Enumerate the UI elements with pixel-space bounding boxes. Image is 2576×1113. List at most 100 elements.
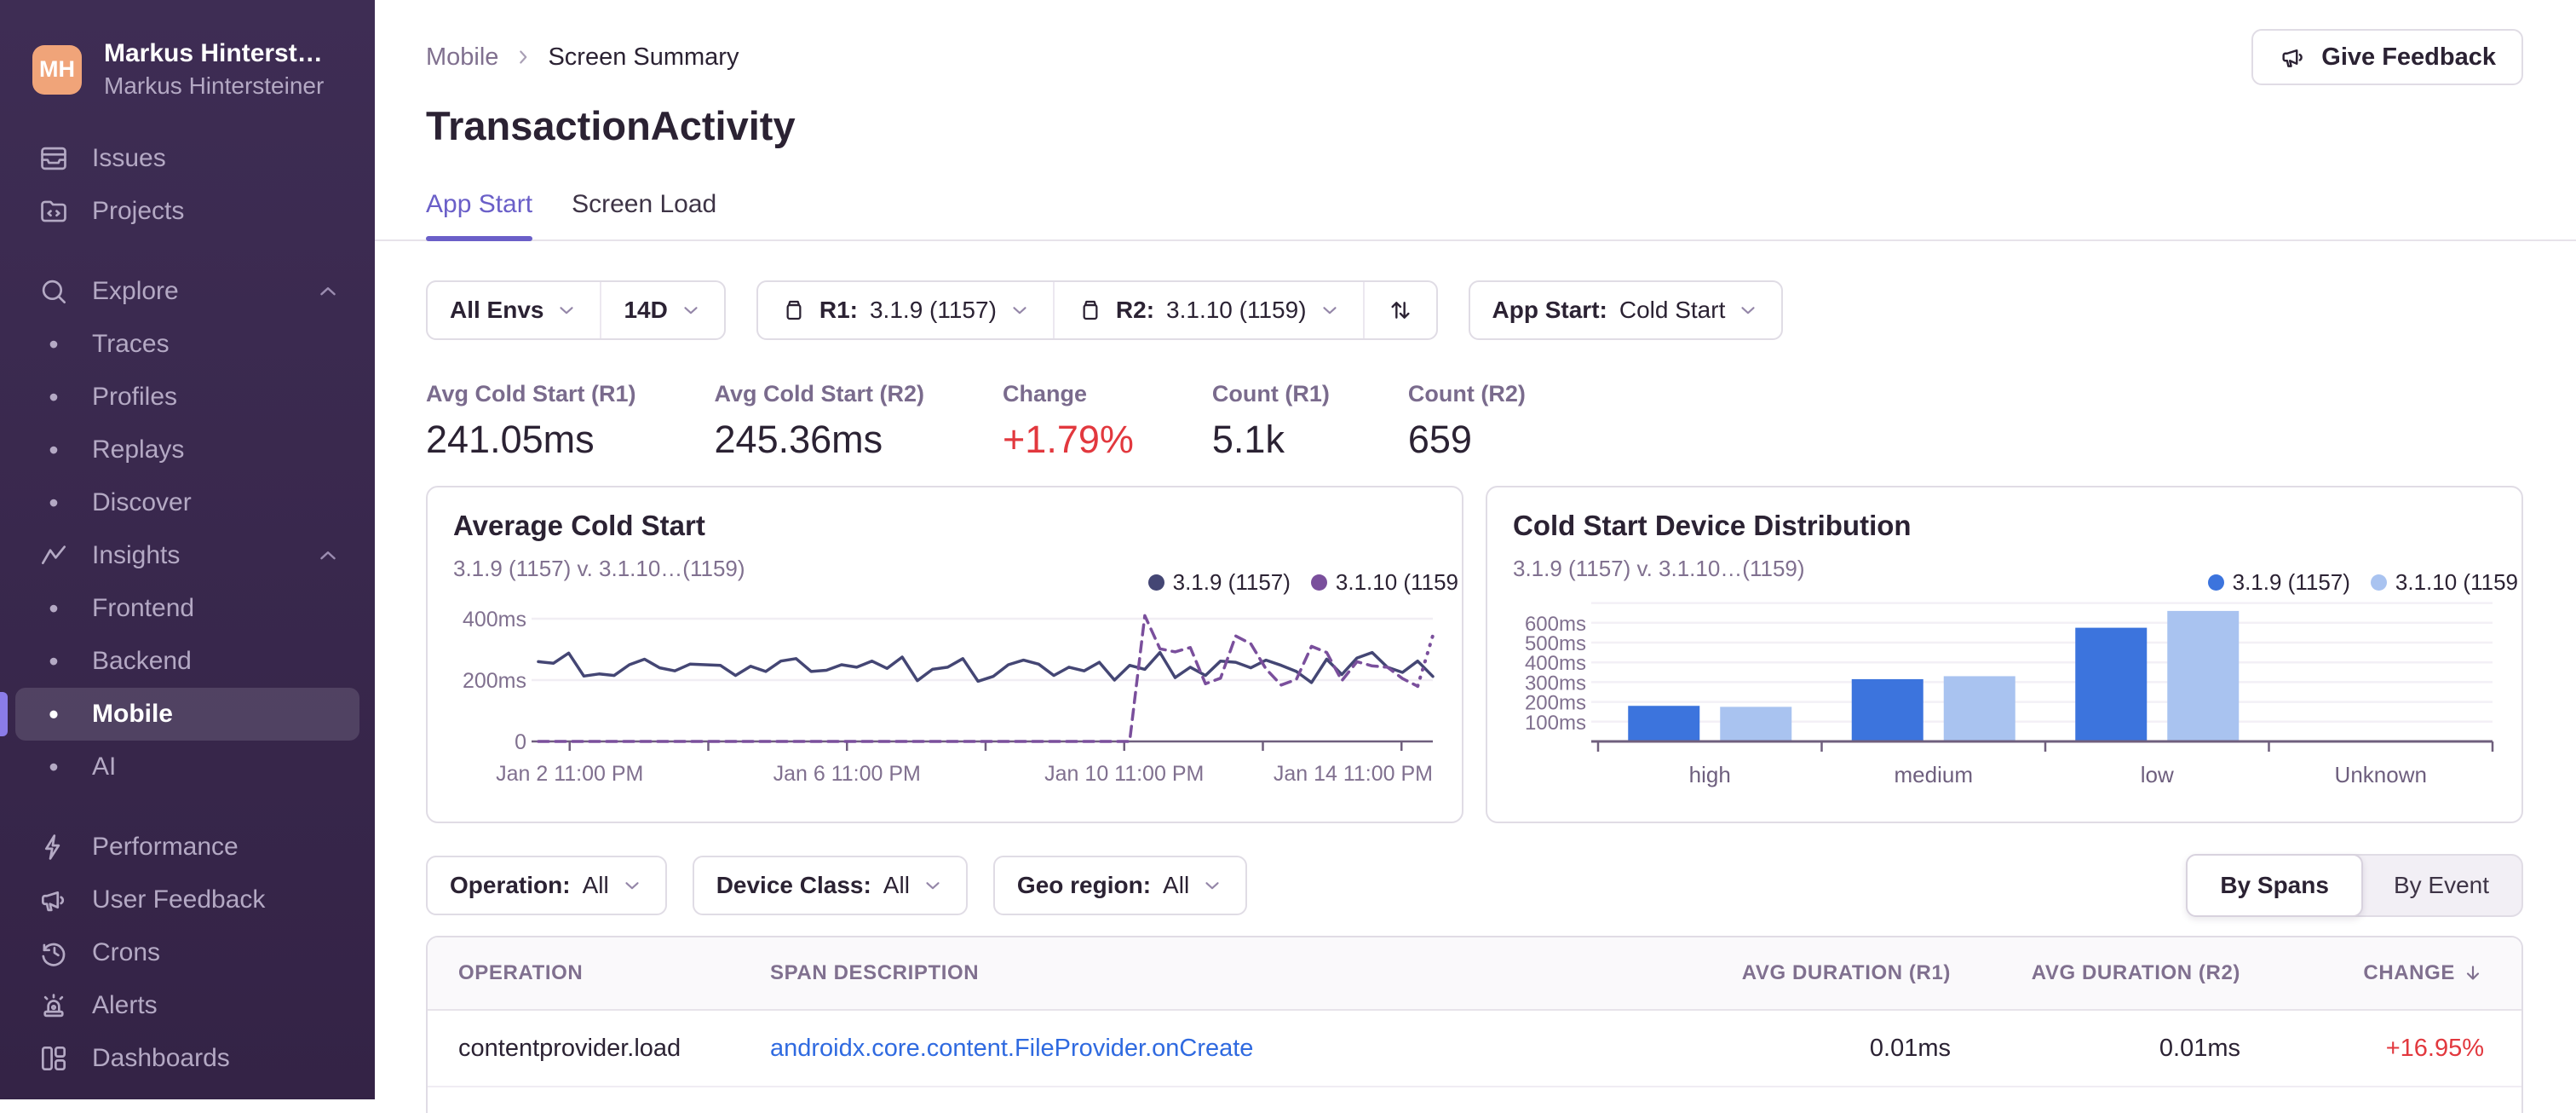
bullet-icon: • xyxy=(49,592,59,624)
sidebar-item-discover[interactable]: • Discover xyxy=(0,476,375,529)
avg-cold-start-chart-card: Average Cold Start 3.1.9 (1157) v. 3.1.1… xyxy=(426,486,1463,823)
chart-title: Cold Start Device Distribution xyxy=(1513,510,1912,541)
svg-text:Unknown: Unknown xyxy=(2335,762,2427,787)
bullet-icon: • xyxy=(49,751,59,782)
sidebar-item-label: User Feedback xyxy=(92,885,266,914)
svg-text:low: low xyxy=(2141,762,2174,787)
r2-label: R2: xyxy=(1115,297,1155,323)
sidebar-item-backend[interactable]: • Backend xyxy=(0,635,375,688)
tab-screen-load[interactable]: Screen Load xyxy=(572,190,716,239)
sidebar-item-traces[interactable]: • Traces xyxy=(0,318,375,371)
table-row: contentprovider.load androidx.core.conten… xyxy=(428,1011,2521,1087)
sort-arrow-down-icon xyxy=(2462,962,2484,984)
device-class-filter[interactable]: Device Class: All xyxy=(692,856,968,915)
metric-count-r2-: Count (R2) 659 xyxy=(1408,381,1526,462)
metric-label: Change xyxy=(1003,381,1088,407)
cell-avg-duration-r1: 0.01ms xyxy=(1869,1034,1951,1062)
chevron-down-icon xyxy=(680,299,702,321)
sidebar-item-alerts[interactable]: Alerts xyxy=(0,979,375,1032)
sidebar-item-crons[interactable]: Crons xyxy=(0,926,375,979)
toggle-by-event[interactable]: By Event xyxy=(2361,856,2521,915)
metric-label: Count (R2) xyxy=(1407,381,1526,407)
charts-row: Average Cold Start 3.1.9 (1157) v. 3.1.1… xyxy=(426,486,2523,823)
sidebar-item-explore[interactable]: Explore xyxy=(0,265,375,318)
table-row-partial xyxy=(428,1087,2521,1113)
appstart-type-group: App Start: Cold Start xyxy=(1468,280,1784,340)
legend-dot-icon xyxy=(2207,574,2224,591)
cell-operation: contentprovider.load xyxy=(458,1034,681,1062)
chevron-down-icon xyxy=(621,874,643,897)
siren-icon xyxy=(37,989,70,1022)
cell-avg-duration-r2: 0.01ms xyxy=(2159,1034,2240,1062)
daterange-filter[interactable]: 14D xyxy=(600,282,723,338)
sidebar-item-projects[interactable]: Projects xyxy=(0,185,375,238)
sidebar-item-label: Crons xyxy=(92,938,161,966)
svg-text:high: high xyxy=(1689,762,1731,787)
sidebar-item-profiles[interactable]: • Profiles xyxy=(0,371,375,424)
device-class-label: Device Class: xyxy=(716,872,871,898)
metric-count-r1-: Count (R1) 5.1k xyxy=(1212,381,1330,462)
sidebar-item-frontend[interactable]: • Frontend xyxy=(0,582,375,635)
col-change[interactable]: CHANGE xyxy=(2278,961,2521,985)
sidebar: MH Markus Hinterst… Markus Hintersteiner… xyxy=(0,0,375,1099)
breadcrumb-screen-summary: Screen Summary xyxy=(548,43,739,71)
sidebar-item-label: Insights xyxy=(92,541,181,569)
breadcrumb-mobile[interactable]: Mobile xyxy=(426,43,498,72)
legend-dot-icon xyxy=(2370,574,2387,591)
sidebar-item-label: Explore xyxy=(92,277,179,305)
environment-filter[interactable]: All Envs xyxy=(428,282,600,338)
view-toggle: By Spans By Event xyxy=(2186,854,2523,917)
sidebar-item-ai[interactable]: • AI xyxy=(0,741,375,793)
sidebar-item-releases[interactable]: Releases xyxy=(0,1085,375,1099)
col-span-description[interactable]: SPAN DESCRIPTION xyxy=(739,961,1690,985)
swap-releases-button[interactable] xyxy=(1362,282,1436,338)
sidebar-item-replays[interactable]: • Replays xyxy=(0,424,375,476)
sidebar-item-performance[interactable]: Performance xyxy=(0,821,375,874)
megaphone-icon xyxy=(2279,43,2308,72)
user-info: Markus Hinterst… Markus Hintersteiner xyxy=(104,39,324,100)
line-chart: 400ms 200ms 0 Jan 2 11:00 PM Jan 6 11:00 PM J… xyxy=(453,592,1438,811)
chevron-down-icon xyxy=(922,874,944,897)
tab-app-start[interactable]: App Start xyxy=(426,190,533,241)
projects-icon xyxy=(37,195,70,228)
operation-filter[interactable]: Operation: All xyxy=(426,856,667,915)
col-avg-duration-r1[interactable]: AVG DURATION (R1) xyxy=(1690,961,1988,985)
metric-label: Avg Cold Start (R2) xyxy=(714,381,925,407)
give-feedback-button[interactable]: Give Feedback xyxy=(2251,29,2523,85)
release-compare-group: R1: 3.1.9 (1157) R2: 3.1.10 (1159) xyxy=(756,280,1438,340)
toggle-by-spans[interactable]: By Spans xyxy=(2186,854,2363,917)
sidebar-item-user-feedback[interactable]: User Feedback xyxy=(0,874,375,926)
device-distribution-chart-card: Cold Start Device Distribution 3.1.9 (11… xyxy=(1486,486,2523,823)
sidebar-item-insights[interactable]: Insights xyxy=(0,529,375,582)
insights-icon xyxy=(37,539,70,572)
sidebar-nav: Issues Projects Explore • Traces • Profiles • Re… xyxy=(0,132,375,1099)
sidebar-item-label: Mobile xyxy=(92,700,173,728)
col-avg-duration-r2[interactable]: AVG DURATION (R2) xyxy=(1988,961,2278,985)
svg-text:0: 0 xyxy=(515,730,526,754)
metrics-row: Avg Cold Start (R1) 241.05ms Avg Cold Star… xyxy=(426,381,2523,462)
sidebar-item-label: Profiles xyxy=(92,383,178,411)
sidebar-item-issues[interactable]: Issues xyxy=(0,132,375,185)
daterange-value: 14D xyxy=(624,297,668,323)
spans-table: OPERATION SPAN DESCRIPTION AVG DURATION … xyxy=(426,936,2523,1113)
env-daterange-group: All Envs 14D xyxy=(426,280,726,340)
clock-icon xyxy=(37,937,70,969)
bar-chart-svg: 600ms500ms400ms300ms200ms100mshigh medium… xyxy=(1525,602,2494,787)
topbar: Mobile Screen Summary Give Feedback xyxy=(426,29,2523,85)
appstart-type-filter[interactable]: App Start: Cold Start xyxy=(1470,282,1782,338)
chevron-down-icon xyxy=(1737,299,1759,321)
user-menu[interactable]: MH Markus Hinterst… Markus Hintersteiner xyxy=(0,0,375,100)
release-r1-selector[interactable]: R1: 3.1.9 (1157) xyxy=(758,282,1053,338)
sidebar-item-dashboards[interactable]: Dashboards xyxy=(0,1032,375,1085)
chevron-down-icon xyxy=(555,299,578,321)
lightning-icon xyxy=(37,831,70,863)
issues-icon xyxy=(37,142,70,175)
release-r2-selector[interactable]: R2: 3.1.10 (1159) xyxy=(1052,282,1363,338)
appstart-label: App Start: xyxy=(1492,297,1607,323)
package-icon xyxy=(1077,297,1104,324)
geo-region-filter[interactable]: Geo region: All xyxy=(992,856,1248,915)
legend-dot-icon xyxy=(1147,574,1164,591)
sidebar-item-mobile[interactable]: • Mobile xyxy=(0,688,359,741)
col-operation[interactable]: OPERATION xyxy=(428,961,739,985)
cell-span-description-link[interactable]: androidx.core.content.FileProvider.onCre… xyxy=(739,1035,1690,1063)
